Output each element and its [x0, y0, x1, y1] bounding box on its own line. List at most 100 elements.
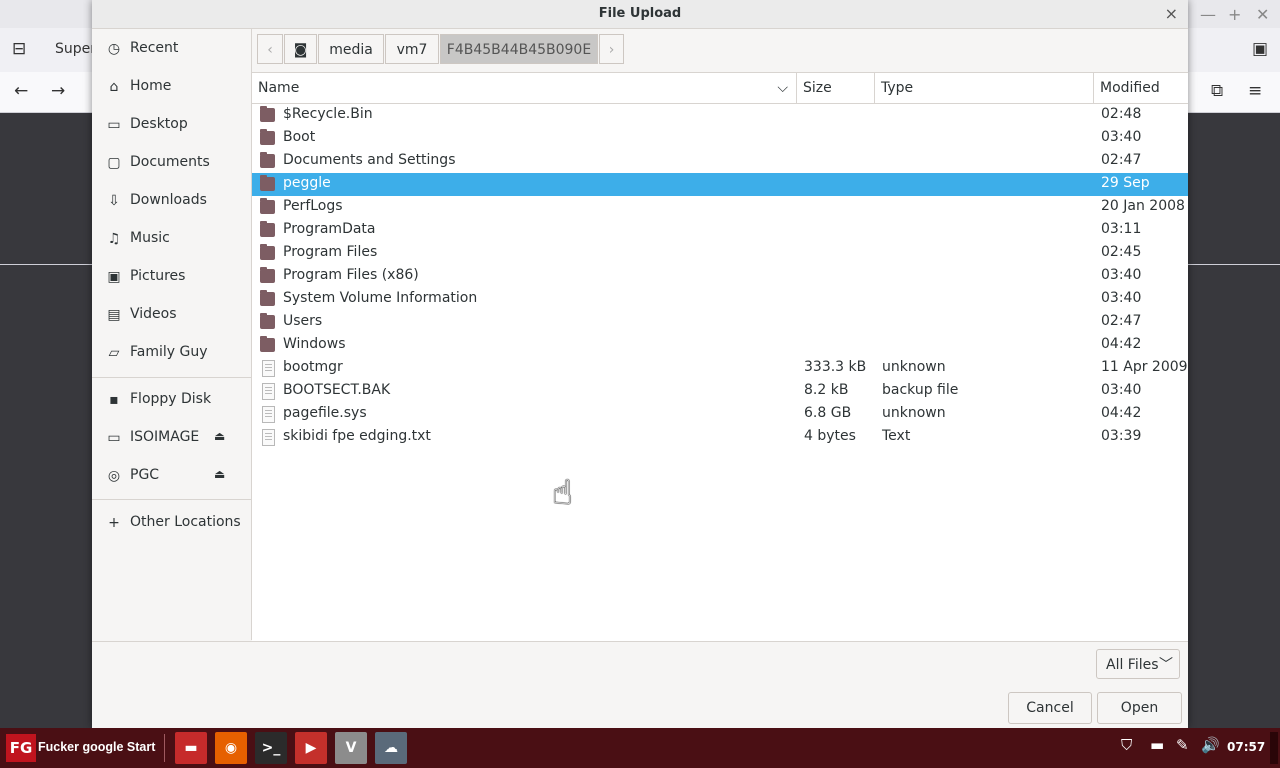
file-icon [262, 406, 275, 423]
documents-icon: ▢ [107, 155, 121, 171]
folder-icon: ▱ [108, 345, 120, 361]
folder-icon [260, 244, 275, 260]
dialog-titlebar: File Upload × [92, 0, 1188, 29]
folder-icon [260, 129, 275, 145]
extensions-icon[interactable]: ⧉ [1211, 83, 1223, 100]
file-row[interactable]: System Volume Information 03:40 [252, 288, 1188, 311]
terminal-icon[interactable]: >_ [255, 732, 287, 764]
close-icon[interactable]: × [1165, 4, 1178, 23]
open-button[interactable]: Open [1097, 692, 1182, 724]
menu-icon[interactable]: ≡ [1248, 83, 1262, 100]
column-header-modified[interactable]: Modified [1093, 73, 1188, 103]
file-list: Name ⌵ Size Type Modified $Recycle.Bin 02… [252, 72, 1188, 641]
sidebar-item-recent[interactable]: ◷ Recent [92, 32, 251, 66]
window-icon[interactable]: ▣ [1252, 41, 1268, 58]
home-icon: ⌂ [109, 79, 119, 95]
sidebar-item-music[interactable]: ♫ Music [92, 222, 251, 256]
file-type-filter[interactable]: All Files ﹀ [1096, 649, 1180, 679]
file-manager-icon[interactable]: ▬ [175, 732, 207, 764]
start-logo: FG [6, 734, 36, 762]
sidebar-item-label: Documents [130, 154, 210, 170]
sidebar-item-isoimage[interactable]: ▭ ISOIMAGE ⏏ [92, 421, 251, 455]
shield-icon[interactable]: ⛉ [1121, 738, 1132, 753]
dialog-footer: All Files ﹀ Cancel Open [92, 641, 1188, 729]
column-header-name[interactable]: Name ⌵ [252, 73, 796, 103]
file-row[interactable]: Users 02:47 [252, 311, 1188, 334]
file-row[interactable]: skibidi fpe edging.txt 4 bytes Text 03:39 [252, 426, 1188, 449]
file-row[interactable]: pagefile.sys 6.8 GB unknown 04:42 [252, 403, 1188, 426]
maximize-icon[interactable]: + [1228, 5, 1241, 24]
drive-root-icon[interactable]: ◙ [284, 34, 317, 64]
sidebar-item-videos[interactable]: ▤ Videos [92, 298, 251, 332]
column-header-size[interactable]: Size [796, 73, 875, 103]
file-row[interactable]: peggle 29 Sep [252, 173, 1188, 196]
column-header-row: Name ⌵ Size Type Modified [252, 73, 1188, 104]
eject-icon[interactable]: ⏏ [214, 467, 225, 481]
path-segment-current[interactable]: F4B45B44B45B090E [440, 34, 598, 64]
path-back-chevron-icon[interactable]: ‹ [257, 34, 283, 64]
tab-title[interactable]: Super [55, 41, 96, 57]
eject-icon[interactable]: ⏏ [214, 429, 225, 443]
sidebar-item-pgc[interactable]: ◎ PGC ⏏ [92, 459, 251, 493]
keyboard-icon[interactable]: ▬ [1150, 738, 1164, 753]
file-modified: 03:40 [1101, 267, 1142, 283]
file-name: $Recycle.Bin [283, 106, 373, 122]
file-modified: 03:40 [1101, 129, 1142, 145]
tab-overview-icon[interactable]: ⊟ [12, 41, 26, 58]
sidebar-item-documents[interactable]: ▢ Documents [92, 146, 251, 180]
file-row[interactable]: Program Files 02:45 [252, 242, 1188, 265]
back-arrow-icon[interactable]: ← [14, 83, 28, 100]
file-row[interactable]: Boot 03:40 [252, 127, 1188, 150]
sidebar-item-desktop[interactable]: ▭ Desktop [92, 108, 251, 142]
youtube-icon[interactable]: ▶ [295, 732, 327, 764]
sidebar-item-label: Recent [130, 40, 179, 56]
file-name: Windows [283, 336, 346, 352]
sidebar-separator [92, 377, 251, 378]
path-forward-chevron-icon[interactable]: › [599, 34, 624, 64]
firefox-icon[interactable]: ◉ [215, 732, 247, 764]
file-row[interactable]: BOOTSECT.BAK 8.2 kB backup file 03:40 [252, 380, 1188, 403]
file-row[interactable]: ProgramData 03:11 [252, 219, 1188, 242]
pen-icon[interactable]: ✎ [1176, 738, 1189, 753]
path-segment-media[interactable]: media [318, 34, 384, 64]
close-icon[interactable]: ✕ [1256, 5, 1269, 24]
sidebar-item-floppy-disk[interactable]: ▪ Floppy Disk [92, 383, 251, 417]
vivaldi-icon[interactable]: V [335, 732, 367, 764]
file-type: Text [882, 428, 911, 444]
file-name: bootmgr [283, 359, 343, 375]
file-modified: 02:47 [1101, 152, 1142, 168]
file-row[interactable]: Documents and Settings 02:47 [252, 150, 1188, 173]
clock[interactable]: 07:57 [1227, 740, 1265, 754]
cloud-icon[interactable]: ☁ [375, 732, 407, 764]
file-modified: 02:47 [1101, 313, 1142, 329]
file-upload-dialog: File Upload × ◷ Recent ⌂ Home ▭ Desktop … [92, 0, 1188, 729]
minimize-icon[interactable]: — [1200, 5, 1216, 24]
file-row[interactable]: Windows 04:42 [252, 334, 1188, 357]
sidebar-item-family-guy[interactable]: ▱ Family Guy [92, 336, 251, 370]
forward-arrow-icon[interactable]: → [51, 83, 65, 100]
desktop-icon: ▭ [107, 117, 121, 133]
file-row[interactable]: PerfLogs 20 Jan 2008 [252, 196, 1188, 219]
show-desktop-button[interactable] [1270, 732, 1278, 764]
sidebar-item-label: Other Locations [130, 514, 241, 530]
file-modified: 03:11 [1101, 221, 1142, 237]
sidebar-item-home[interactable]: ⌂ Home [92, 70, 251, 104]
file-name: Boot [283, 129, 316, 145]
column-header-label: Name [258, 80, 300, 96]
file-size: 8.2 kB [804, 382, 849, 398]
sidebar-item-other-locations[interactable]: + Other Locations [92, 506, 251, 540]
videos-icon: ▤ [107, 307, 121, 323]
column-header-type[interactable]: Type [874, 73, 1094, 103]
downloads-icon: ⇩ [108, 193, 120, 209]
sidebar-item-downloads[interactable]: ⇩ Downloads [92, 184, 251, 218]
file-row[interactable]: bootmgr 333.3 kB unknown 11 Apr 2009 [252, 357, 1188, 380]
file-row[interactable]: $Recycle.Bin 02:48 [252, 104, 1188, 127]
sidebar-item-pictures[interactable]: ▣ Pictures [92, 260, 251, 294]
path-segment-vm7[interactable]: vm7 [385, 34, 439, 64]
sort-chevron-down-icon: ⌵ [777, 80, 788, 96]
file-row[interactable]: Program Files (x86) 03:40 [252, 265, 1188, 288]
file-name: PerfLogs [283, 198, 343, 214]
volume-icon[interactable]: 🔊 [1201, 738, 1220, 753]
file-modified: 04:42 [1101, 405, 1142, 421]
cancel-button[interactable]: Cancel [1008, 692, 1092, 724]
